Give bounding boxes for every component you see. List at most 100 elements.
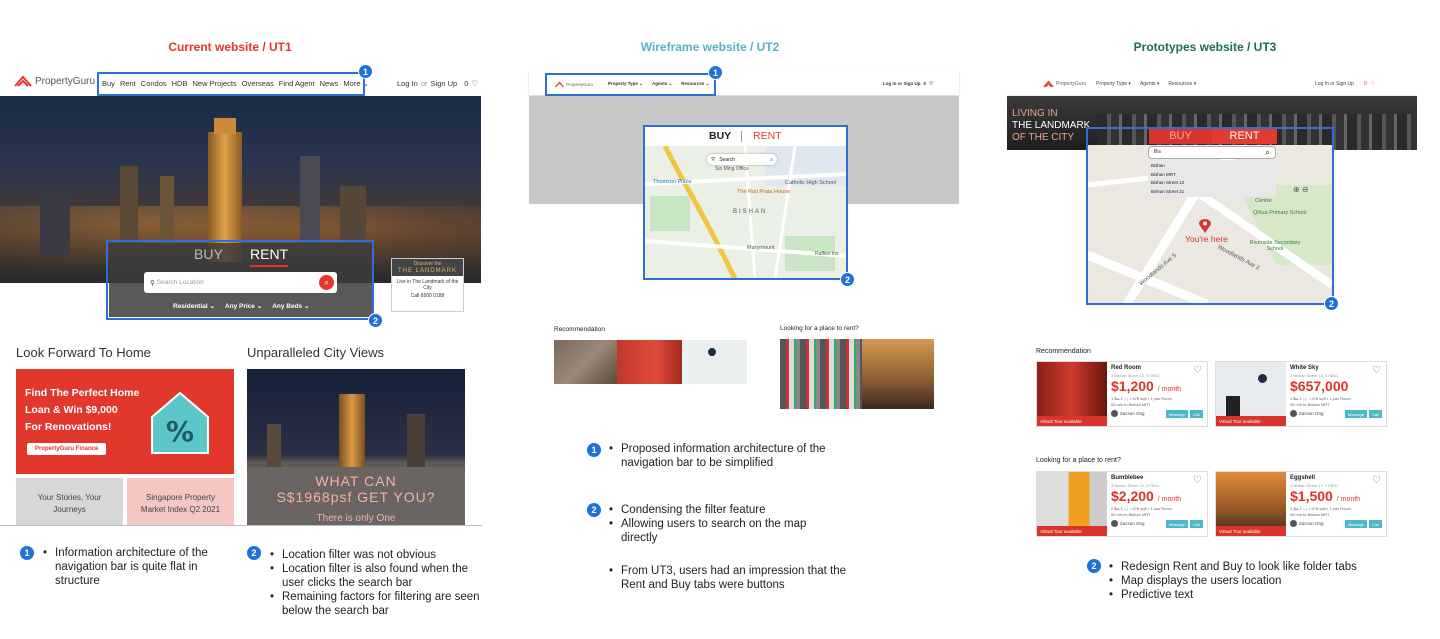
call-button[interactable]: Call xyxy=(1369,410,1382,418)
ut1-note1: Information architecture of the navigati… xyxy=(43,546,233,588)
virtual-tour-badge[interactable]: Virtual Tour available xyxy=(1037,416,1107,426)
ut1-city-card[interactable]: WHAT CAN S$1968psf GET YOU? There is onl… xyxy=(247,369,465,525)
ut2-auth-links[interactable]: Log In or Sign Up xyxy=(883,81,921,87)
ut2-nav-highlight xyxy=(545,73,716,96)
ut1-login-link[interactable]: Log In xyxy=(397,79,418,88)
ut3-title: Prototypes website / UT3 xyxy=(1133,40,1277,54)
ut3-card-title: White Sky xyxy=(1290,365,1319,371)
ut3-card-title: Eggshell xyxy=(1290,475,1316,481)
ut2-rent-image[interactable] xyxy=(780,339,934,409)
heart-icon[interactable]: ♡ xyxy=(1372,365,1381,376)
ut3-card-price: $2,200 / month xyxy=(1111,488,1182,504)
ut2-rec-image[interactable] xyxy=(554,340,747,384)
call-button[interactable]: Call xyxy=(1190,410,1203,418)
ut1-promo-line3: For Renovations! xyxy=(25,421,112,433)
ut3-note2-item1: Redesign Rent and Buy to look like folde… xyxy=(1109,560,1399,574)
avatar xyxy=(1290,410,1297,417)
ut2-rec-image-2 xyxy=(617,340,682,384)
avatar xyxy=(1111,520,1118,527)
ut3-card-spec: 1 🛏 1 🛁 • 678 sqft • 1 pax Room xyxy=(1290,396,1351,401)
virtual-tour-badge[interactable]: Virtual Tour available xyxy=(1216,526,1286,536)
ut3-hero-line1: LIVING IN xyxy=(1012,108,1058,119)
note-badge-2: 2 xyxy=(1087,559,1101,573)
virtual-tour-badge[interactable]: Virtual Tour available xyxy=(1216,416,1286,426)
ut1-tile-market-index[interactable]: Singapore Property Market Index Q2 2021 xyxy=(127,478,234,525)
ut2-rent-image-2 xyxy=(862,339,934,409)
ut3-card-agent: Zacson Ong xyxy=(1111,520,1145,527)
ut2-rec-image-1 xyxy=(554,340,617,384)
ut1-nav-badge: 1 xyxy=(358,64,373,79)
ut2-search-badge: 2 xyxy=(840,272,855,287)
ut3-search-highlight xyxy=(1086,127,1334,305)
call-button[interactable]: Call xyxy=(1190,520,1203,528)
ut3-listing-card[interactable]: Virtual Tour available Bumblebee 3 Bisha… xyxy=(1036,471,1208,537)
ut1-search-badge: 2 xyxy=(368,313,383,328)
ut1-auth: Log In or Sign Up 0 ♡ xyxy=(397,79,478,88)
ut3-listing-card[interactable]: Virtual Tour available White Sky 3 Bisha… xyxy=(1215,361,1387,427)
ut2-note2-item2: Allowing users to search on the map dire… xyxy=(609,517,839,545)
ut3-logo-text: PropertyGuru xyxy=(1056,81,1087,87)
ut3-hero-line3: OF THE CITY xyxy=(1012,132,1075,143)
ut3-listing-card[interactable]: Virtual Tour available Eggshell 3 Bishan… xyxy=(1215,471,1387,537)
ut1-promo-button[interactable]: PropertyGuru Finance xyxy=(27,443,107,455)
ut3-nav-agents[interactable]: Agents ▾ xyxy=(1140,81,1159,87)
ut3-card-spec: 2 🛏 1 🛁 • 678 sqft • 1 pax Room xyxy=(1111,506,1172,511)
ut1-tile-stories[interactable]: Your Stories, Your Journeys xyxy=(16,478,123,525)
ut3-card-mrt: 05 min to Bishan MRT xyxy=(1290,512,1330,517)
ut1-section2-title: Unparalleled City Views xyxy=(247,345,385,360)
ut1-note2-item2: Location filter is also found when the u… xyxy=(270,562,480,590)
ut1-section1-title: Look Forward To Home xyxy=(16,345,151,360)
ut1-ad-text: Live in The Landmark of the City xyxy=(396,279,459,291)
virtual-tour-badge[interactable]: Virtual Tour available xyxy=(1037,526,1107,536)
ut3-note2: Redesign Rent and Buy to look like folde… xyxy=(1109,560,1399,602)
heart-icon[interactable]: ♡ xyxy=(1193,365,1202,376)
ut1-logo-text: PropertyGuru xyxy=(35,75,96,87)
ut3-card-mrt: 05 min to Bishan MRT xyxy=(1290,402,1330,407)
heart-icon[interactable]: ♡ xyxy=(1193,475,1202,486)
heart-icon[interactable]: ♡ xyxy=(1371,81,1375,87)
ut3-rec-label: Recommendation xyxy=(1036,348,1091,355)
ut2-note3-item: From UT3, users had an impression that t… xyxy=(609,564,849,592)
ut1-count: 0 xyxy=(464,79,469,88)
heart-icon[interactable]: ♡ xyxy=(929,81,933,87)
ut3-logo[interactable]: PropertyGuru xyxy=(1043,80,1086,88)
house-percent-icon: % xyxy=(151,391,209,454)
message-button[interactable]: Message xyxy=(1165,520,1189,528)
ut3-auth: Log In or Sign Up 0 ♡ xyxy=(1315,81,1375,87)
ut3-listing-card[interactable]: Virtual Tour available Red Room 3 Bishan… xyxy=(1036,361,1208,427)
ut1-ad[interactable]: Discover the THE LANDMARK Live in The La… xyxy=(391,258,464,312)
ut2-note1-item: Proposed information architecture of the… xyxy=(609,442,859,470)
ut1-promo-line2: Loan & Win $9,000 xyxy=(25,404,118,416)
ut2-rec-label: Recommendation xyxy=(554,326,605,333)
message-button[interactable]: Message xyxy=(1344,410,1368,418)
message-button[interactable]: Message xyxy=(1344,520,1368,528)
message-button[interactable]: Message xyxy=(1165,410,1189,418)
svg-text:%: % xyxy=(166,415,194,448)
ut1-or: or xyxy=(420,79,428,88)
ut2-note2: Condensing the filter feature Allowing u… xyxy=(609,503,839,545)
ut3-auth-links[interactable]: Log In or Sign Up xyxy=(1315,81,1354,87)
ut1-promo-card[interactable]: Find The Perfect Home Loan & Win $9,000 … xyxy=(16,369,234,474)
ut2-title: Wireframe website / UT2 xyxy=(640,40,780,54)
ut2-note2-item1: Condensing the filter feature xyxy=(609,503,839,517)
ut2-note3: From UT3, users had an impression that t… xyxy=(609,564,849,592)
ut3-nav-property-type[interactable]: Property Type ▾ xyxy=(1096,81,1131,87)
ut3-card-agent: Zacson Ong xyxy=(1111,410,1145,417)
ut1-note2-item3: Remaining factors for filtering are seen… xyxy=(270,590,480,618)
ut1-ad-phone: Call 6500 0188 xyxy=(410,293,445,299)
ut2-count: 0 xyxy=(923,81,927,86)
call-button[interactable]: Call xyxy=(1369,520,1382,528)
ut2-rent-label: Looking for a place to rent? xyxy=(780,325,859,332)
ut1-signup-link[interactable]: Sign Up xyxy=(431,79,458,88)
ut2-search-highlight xyxy=(643,125,848,280)
ut1-note1-item: Information architecture of the navigati… xyxy=(43,546,233,588)
ut3-note2-item2: Map displays the users location xyxy=(1109,574,1399,588)
ut1-logo[interactable]: PropertyGuru xyxy=(14,74,95,88)
ut3-card-spec: 1 🛏 1 🛁 • 678 sqft • 1 pax Room xyxy=(1290,506,1351,511)
heart-icon[interactable]: ♡ xyxy=(1372,475,1381,486)
heart-icon[interactable]: ♡ xyxy=(471,79,478,88)
ut1-divider xyxy=(0,525,482,526)
ut3-nav-resources[interactable]: Resources ▾ xyxy=(1168,81,1196,87)
note-badge-2: 2 xyxy=(587,503,601,517)
ut1-panel: PropertyGuru Buy Rent Condos HDB New Pro… xyxy=(0,64,482,528)
